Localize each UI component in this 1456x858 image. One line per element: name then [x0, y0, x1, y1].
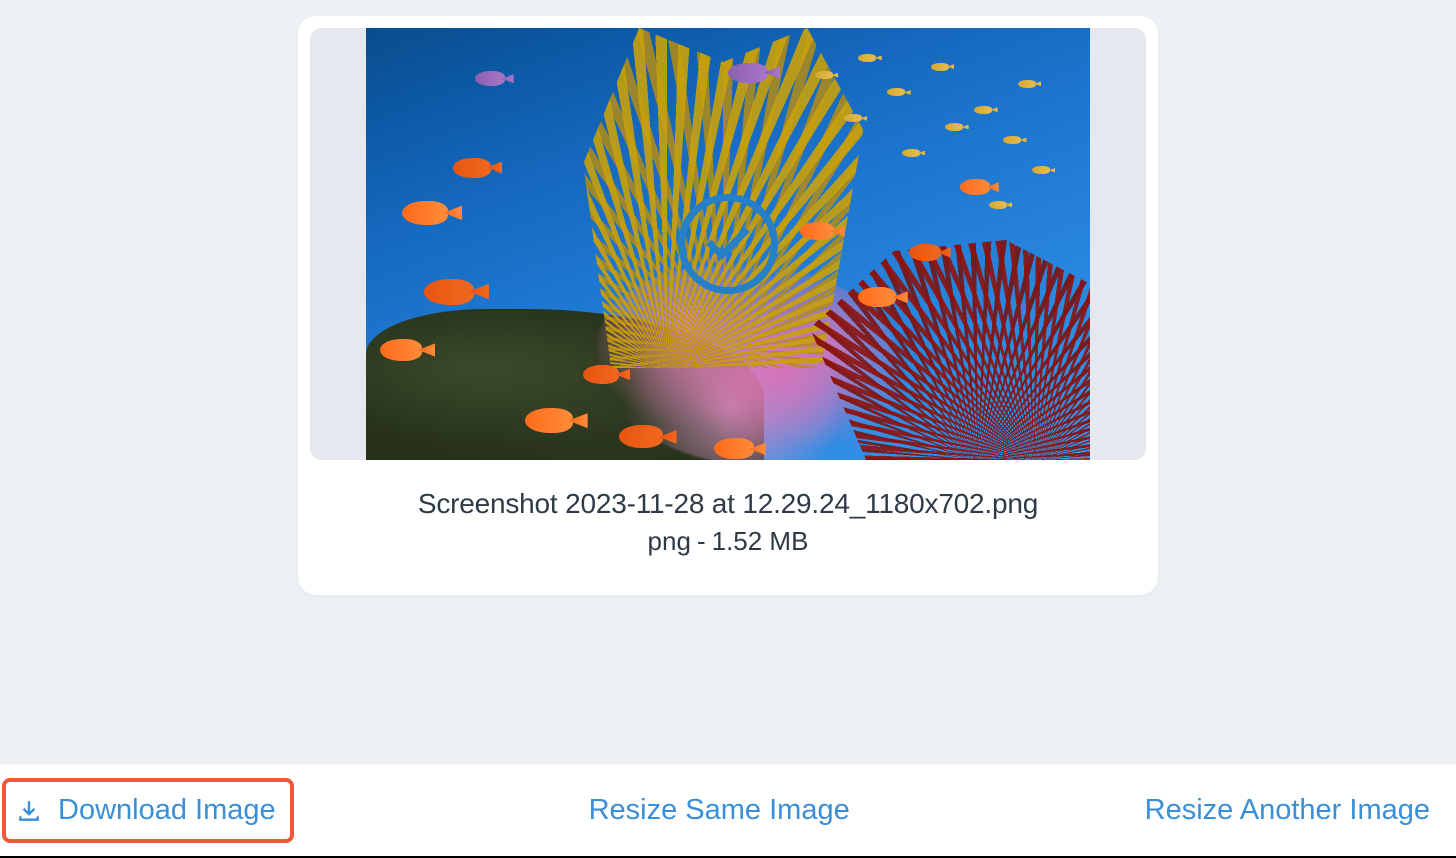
resize-same-button[interactable]: Resize Same Image — [589, 794, 850, 827]
main-content: Screenshot 2023-11-28 at 12.29.24_1180x7… — [0, 0, 1456, 764]
resize-same-label: Resize Same Image — [589, 794, 850, 827]
download-label: Download Image — [58, 794, 276, 827]
file-size: 1.52 MB — [712, 526, 809, 556]
resize-another-button[interactable]: Resize Another Image — [1145, 794, 1430, 827]
file-format: png — [648, 526, 691, 556]
checkmark-icon — [706, 216, 750, 260]
result-card: Screenshot 2023-11-28 at 12.29.24_1180x7… — [298, 16, 1158, 595]
action-bar: Download Image Resize Same Image Resize … — [0, 764, 1456, 858]
file-info: Screenshot 2023-11-28 at 12.29.24_1180x7… — [310, 488, 1146, 557]
image-preview-container — [310, 28, 1146, 460]
download-button[interactable]: Download Image — [2, 778, 294, 843]
file-meta: png-1.52 MB — [310, 526, 1146, 557]
resize-another-label: Resize Another Image — [1145, 794, 1430, 827]
success-indicator — [678, 194, 778, 294]
download-icon — [16, 798, 42, 824]
check-circle-icon — [678, 194, 778, 294]
filename-label: Screenshot 2023-11-28 at 12.29.24_1180x7… — [310, 488, 1146, 520]
